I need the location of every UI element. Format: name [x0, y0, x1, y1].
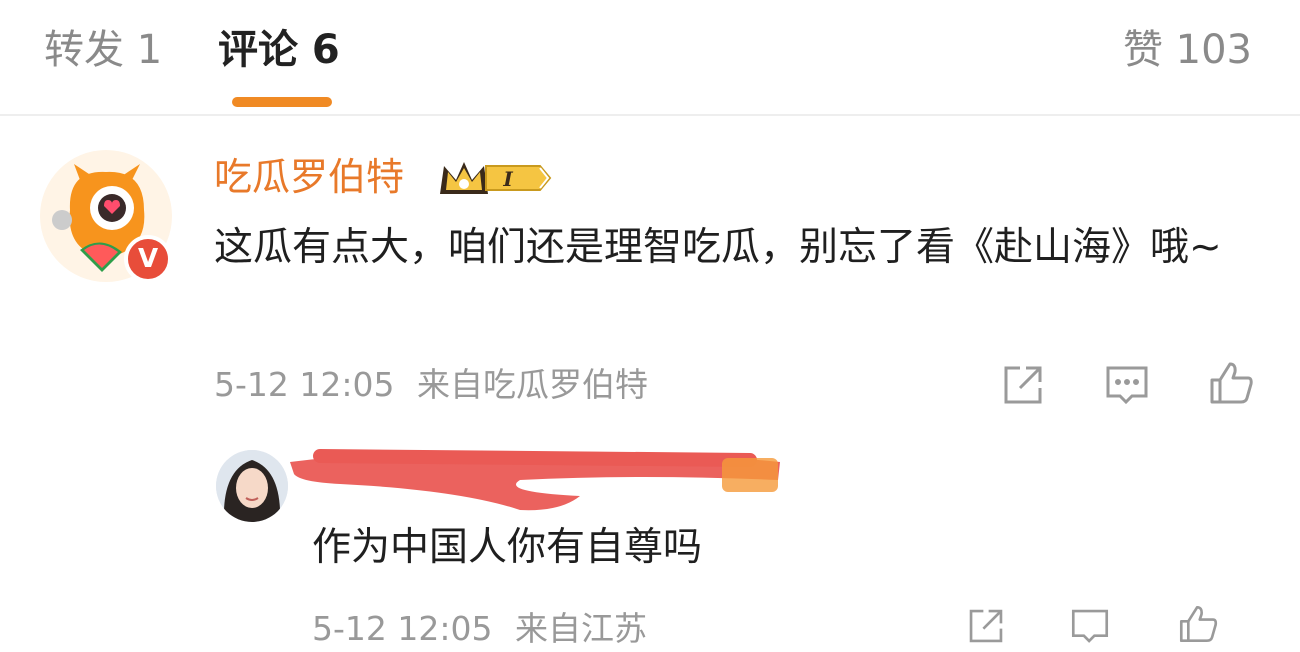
user-photo-avatar: [216, 450, 288, 522]
redaction-scribble: [280, 440, 800, 520]
verified-badge: V: [124, 235, 172, 283]
comment-meta: 5-12 12:05 来自吃瓜罗伯特: [214, 362, 648, 408]
like-icon[interactable]: [1176, 602, 1220, 646]
share-icon[interactable]: [998, 360, 1048, 410]
tab-comments[interactable]: 评论 6: [218, 22, 340, 78]
comment-time: 5-12 12:05: [214, 365, 395, 404]
tab-divider: [0, 114, 1300, 116]
comment-text: 这瓜有点大，咱们还是理智吃瓜，别忘了看《赴山海》哦~: [214, 225, 1222, 270]
comment-source: 来自吃瓜罗伯特: [417, 365, 648, 404]
tab-repost[interactable]: 转发 1: [44, 22, 162, 78]
reply-time: 5-12 12:05: [312, 609, 493, 648]
member-level-text: I: [502, 167, 513, 191]
reply-source: 来自江苏: [515, 609, 647, 648]
comment-username[interactable]: 吃瓜罗伯特: [214, 151, 404, 203]
like-icon[interactable]: [1206, 358, 1256, 408]
tab-likes[interactable]: 赞 103: [1123, 22, 1252, 78]
reply-avatar[interactable]: [216, 450, 288, 522]
active-tab-indicator: [232, 97, 332, 107]
reply-meta: 5-12 12:05 来自江苏: [312, 606, 647, 652]
reply-icon[interactable]: [1068, 604, 1112, 648]
reply-text: 作为中国人你有自尊吗: [312, 525, 703, 570]
crown-icon: [440, 162, 488, 194]
share-icon[interactable]: [964, 604, 1008, 648]
member-badge: I: [436, 154, 554, 202]
reply-icon[interactable]: [1102, 360, 1152, 410]
